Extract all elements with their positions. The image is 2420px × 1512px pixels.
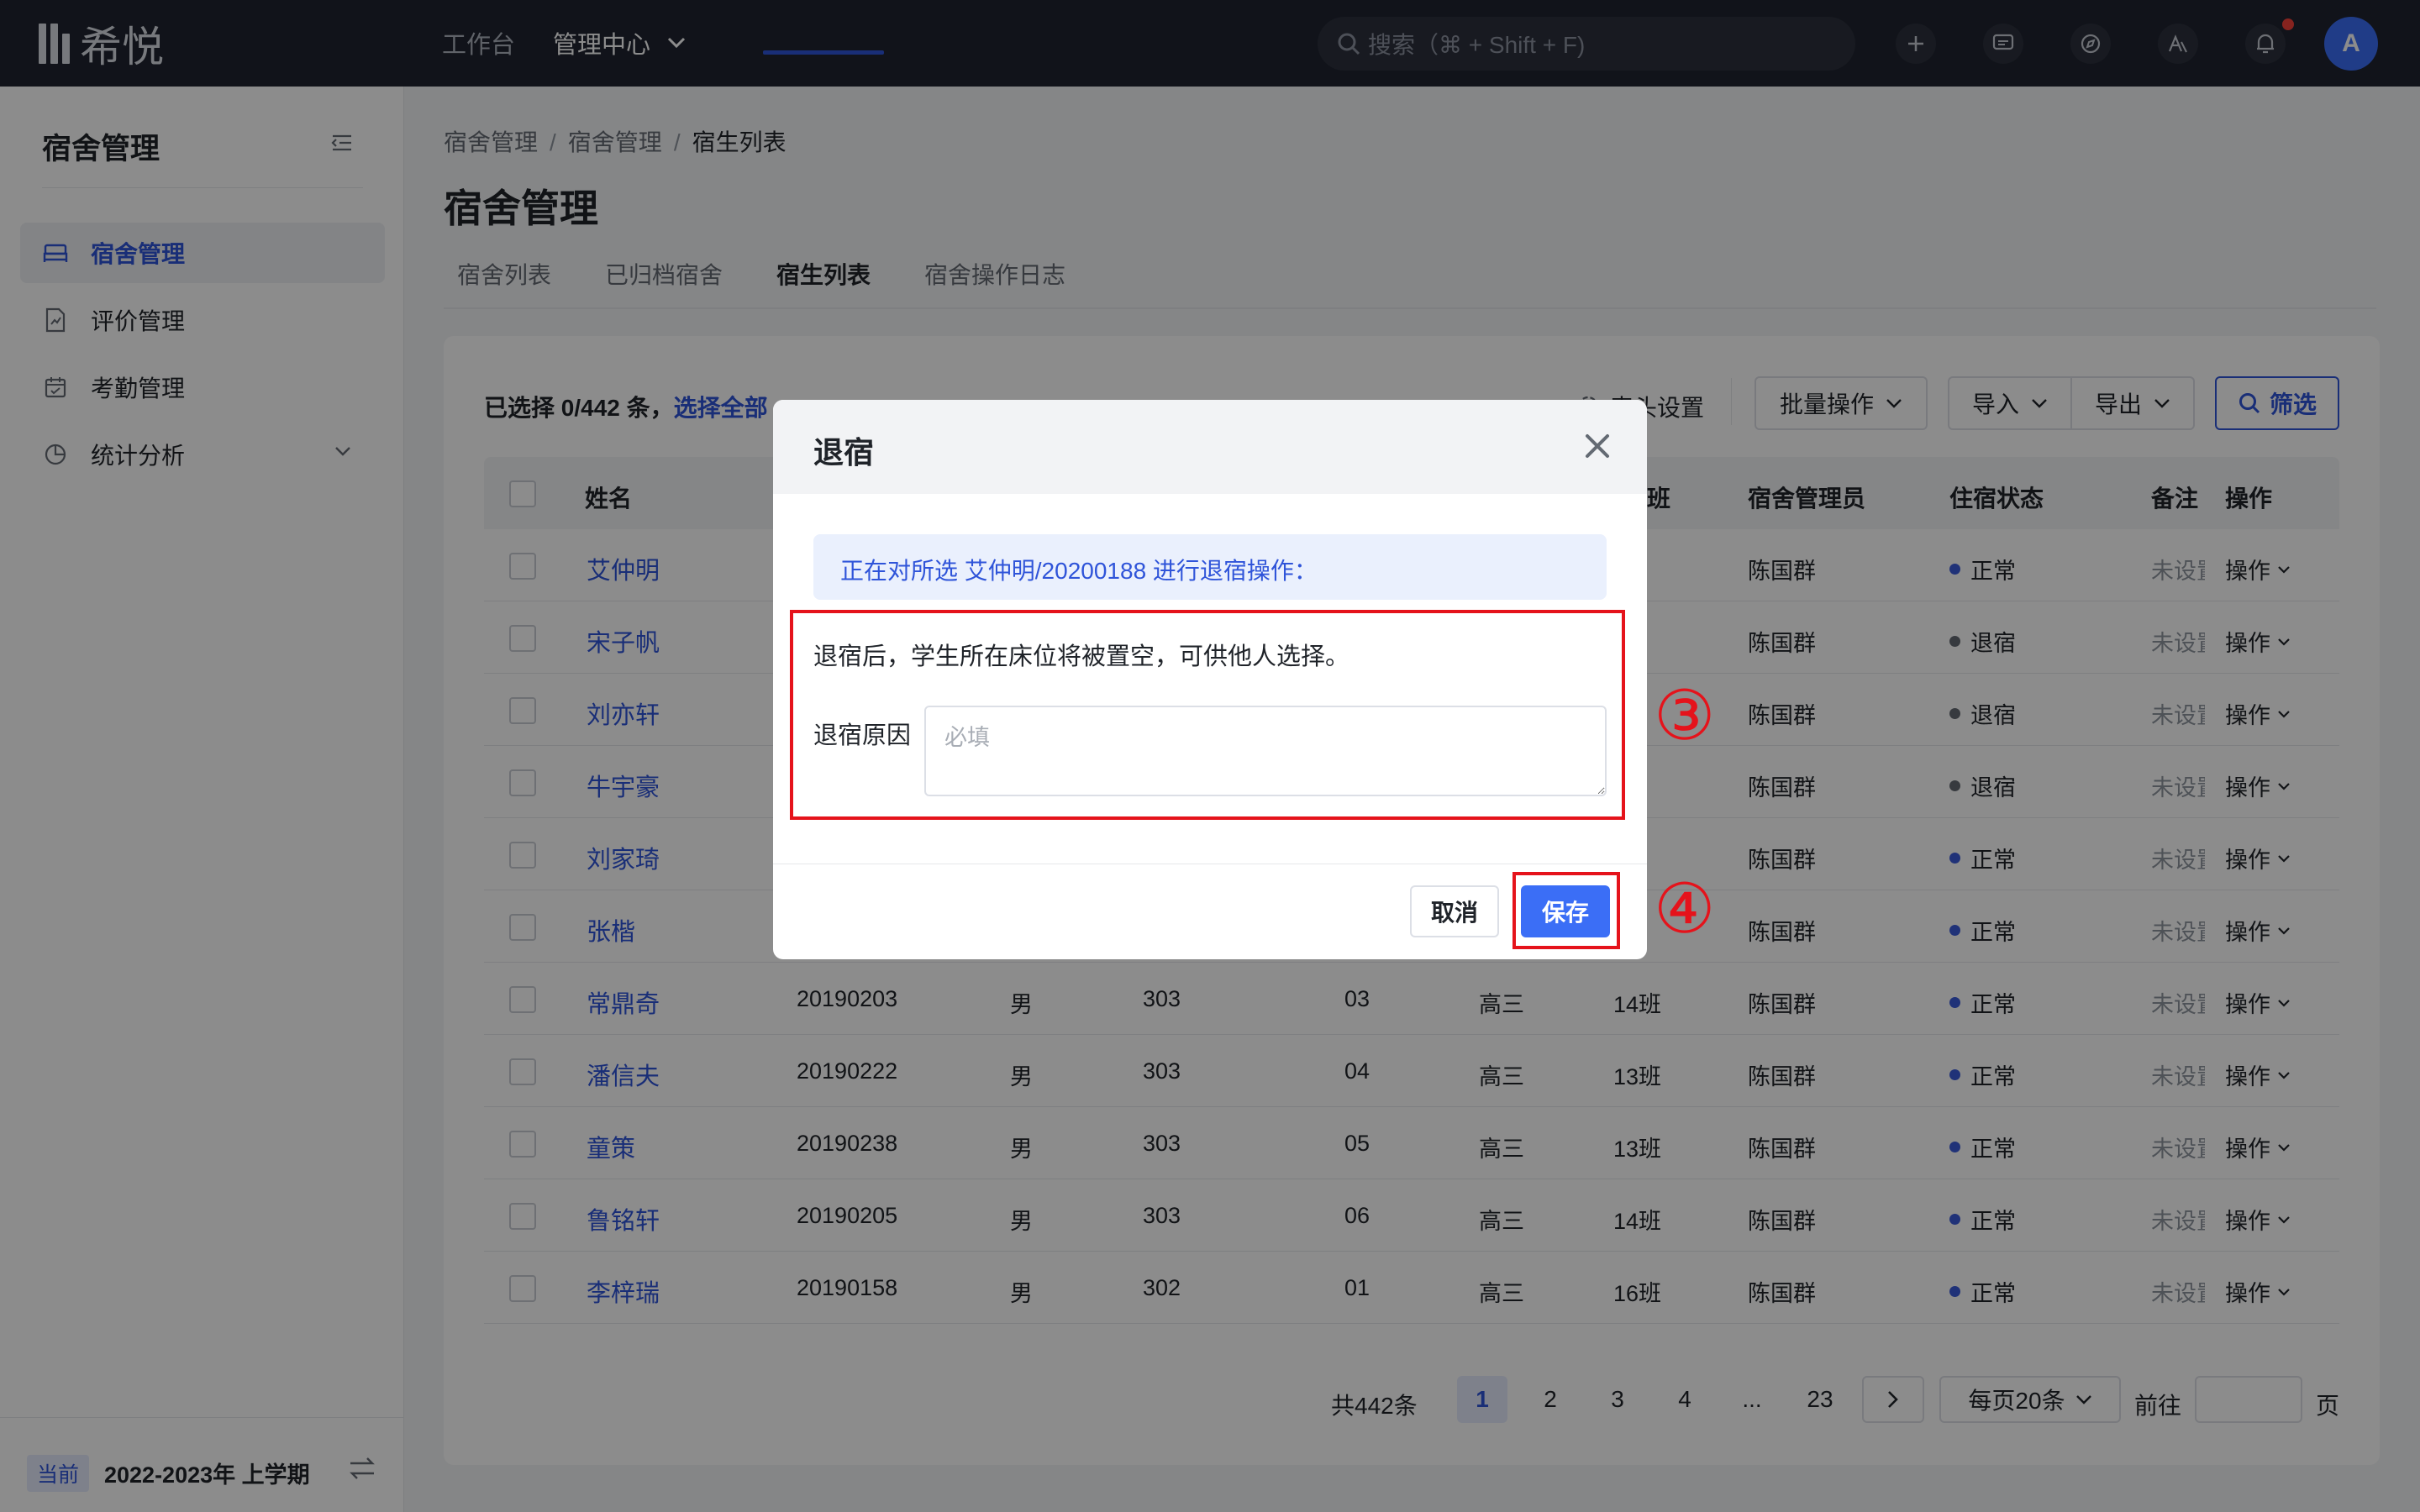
- cancel-button[interactable]: 取消: [1410, 885, 1499, 937]
- dialog-header: 退宿: [773, 400, 1647, 494]
- close-icon[interactable]: [1583, 432, 1612, 460]
- annotation-marker-4: ④: [1654, 869, 1716, 949]
- annotation-box-save: [1512, 872, 1620, 949]
- annotation-marker-3: ③: [1654, 676, 1716, 756]
- dialog-info-banner: 正在对所选 艾仲明/20200188 进行退宿操作：: [813, 534, 1607, 600]
- annotation-box-reason: [790, 610, 1625, 820]
- dialog-title: 退宿: [813, 435, 875, 470]
